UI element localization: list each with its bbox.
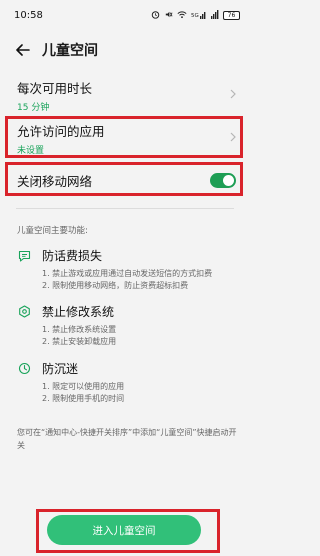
shortcut-note: 您可在“通知中心-快捷开关排序”中添加“儿童空间”快捷启动开关 — [17, 428, 237, 450]
feature-item: 禁止修改系统 1. 禁止修改系统设置 2. 禁止安装卸载应用 — [17, 303, 237, 347]
allowed-apps-label: 允许访问的应用 — [17, 123, 105, 139]
header: 儿童空间 — [0, 36, 250, 64]
mobile-network-label: 关闭移动网络 — [17, 173, 93, 189]
toggle-knob — [223, 174, 234, 186]
allowed-apps-setting[interactable]: 允许访问的应用 未设置 — [0, 118, 250, 158]
network-type-text: 5G — [191, 13, 199, 19]
feature-line: 1. 限定可以使用的应用 — [42, 382, 125, 391]
available-time-value: 15 分钟 — [17, 102, 50, 113]
signal-icon: 5G — [191, 10, 207, 21]
back-arrow-icon[interactable] — [14, 41, 32, 59]
clock-icon — [17, 362, 31, 376]
status-time: 10:58 — [14, 9, 43, 21]
feature-line: 2. 限制使用移动网络，防止资费超标扣费 — [42, 281, 189, 290]
available-time-setting[interactable]: 每次可用时长 15 分钟 — [0, 80, 250, 113]
feature-item: 防沉迷 1. 限定可以使用的应用 2. 限制使用手机的时间 — [17, 360, 237, 404]
divider — [16, 208, 234, 209]
battery-icon: 76 — [223, 10, 240, 20]
chevron-right-icon — [230, 131, 236, 145]
mobile-network-setting[interactable]: 关闭移动网络 — [0, 163, 250, 197]
allowed-apps-value: 未设置 — [17, 145, 45, 156]
feature-name: 禁止修改系统 — [42, 305, 115, 319]
wifi-icon — [177, 10, 187, 21]
alarm-icon — [151, 10, 160, 21]
feature-line: 2. 禁止安装卸载应用 — [42, 337, 117, 346]
chevron-right-icon — [230, 88, 236, 102]
feature-line: 2. 限制使用手机的时间 — [42, 394, 125, 403]
gear-icon — [17, 305, 31, 319]
available-time-label: 每次可用时长 — [17, 80, 93, 96]
status-bar: 10:58 5G 76 — [0, 0, 250, 30]
mute-icon — [164, 10, 173, 21]
feature-line: 1. 禁止修改系统设置 — [42, 325, 117, 334]
battery-level: 76 — [227, 11, 236, 19]
status-icons: 5G 76 — [151, 9, 240, 21]
feature-item: 防话费损失 1. 禁止游戏或应用通过自动发送短信的方式扣费 2. 限制使用移动网… — [17, 247, 237, 291]
message-icon — [17, 249, 31, 263]
feature-name: 防沉迷 — [42, 362, 79, 376]
signal-icon-2 — [211, 9, 219, 21]
features-section-title: 儿童空间主要功能: — [17, 226, 88, 236]
page-title: 儿童空间 — [42, 43, 98, 59]
enter-kids-space-button[interactable]: 进入儿童空间 — [47, 515, 201, 545]
feature-name: 防话费损失 — [42, 249, 103, 263]
mobile-network-toggle[interactable] — [210, 172, 236, 188]
feature-line: 1. 禁止游戏或应用通过自动发送短信的方式扣费 — [42, 269, 213, 278]
